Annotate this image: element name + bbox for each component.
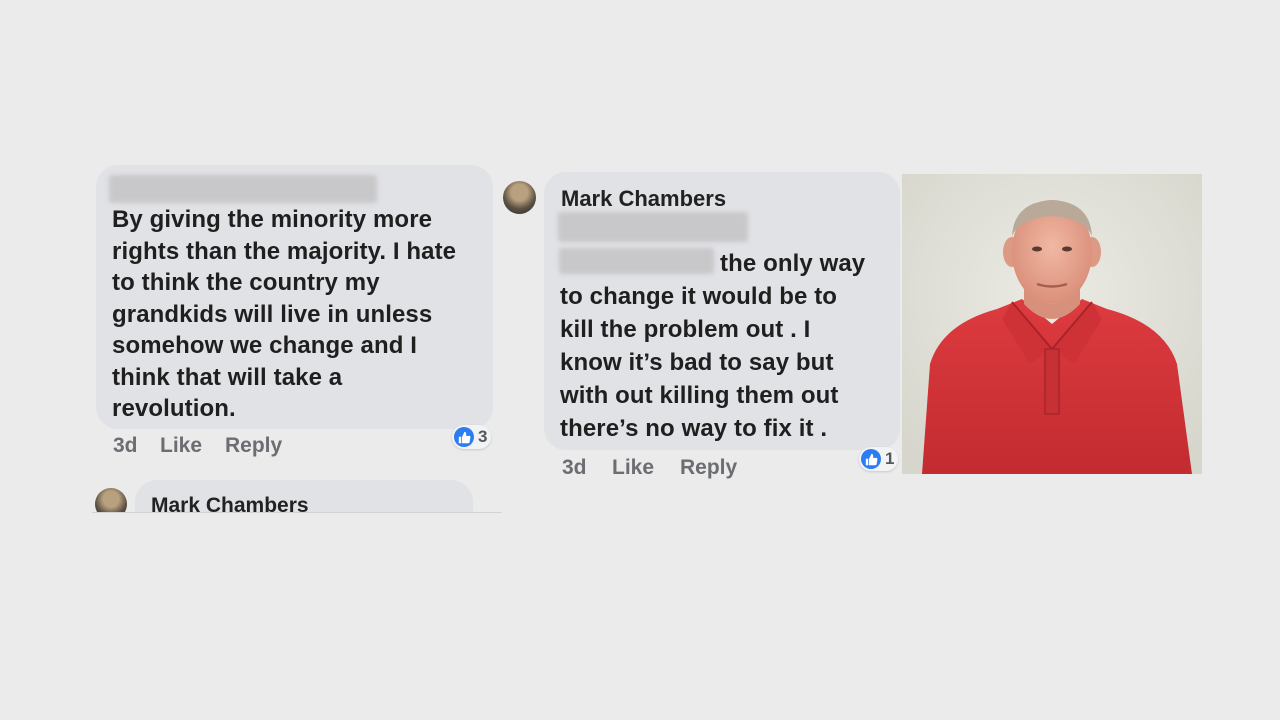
redacted-text — [558, 212, 748, 242]
comment-line: to think the country my — [112, 269, 380, 296]
reaction-count: 3 — [478, 427, 488, 446]
left-reply-clip: Mark Chambers — [92, 478, 502, 513]
comment-line: think that will take a — [112, 363, 343, 391]
comment-line: know it’s bad to say but — [560, 349, 834, 376]
thumbs-up-icon — [454, 427, 474, 447]
comment-line: revolution. — [112, 395, 236, 422]
thumbs-up-icon — [861, 449, 881, 469]
comment-line: to change it would be to — [560, 283, 838, 310]
comment-author-name[interactable]: Mark Chambers — [561, 186, 726, 212]
comment-line: kill the problem out . I — [560, 316, 811, 343]
right-reaction-badge[interactable]: 1 — [859, 447, 899, 471]
redacted-name — [109, 175, 377, 203]
comment-line: there’s no way to fix it . — [560, 415, 828, 442]
reply-author-name[interactable]: Mark Chambers — [151, 494, 309, 512]
reply-button[interactable]: Reply — [225, 434, 282, 458]
left-comment-bubble: By giving the minority more rights than … — [96, 165, 493, 429]
comment-line: grandkids will live in unless — [112, 300, 433, 328]
like-button[interactable]: Like — [612, 456, 654, 480]
comment-line: rights than the majority. I hate — [112, 237, 457, 265]
left-reply-bubble: Mark Chambers — [135, 480, 473, 512]
comment-time: 3d — [113, 434, 138, 457]
reaction-count: 1 — [885, 449, 895, 468]
comment-line: somehow we change and I — [112, 332, 418, 359]
comment-line: By giving the minority more — [112, 206, 433, 233]
avatar[interactable] — [95, 488, 127, 512]
portrait-photo — [902, 174, 1202, 474]
avatar[interactable] — [503, 181, 536, 214]
left-comment-text: By giving the minority more rights than … — [112, 204, 492, 425]
reply-button[interactable]: Reply — [680, 456, 737, 480]
left-reaction-badge[interactable]: 3 — [452, 425, 492, 449]
like-button[interactable]: Like — [160, 434, 202, 458]
right-comment-text: the only way to change it would be to ki… — [560, 247, 900, 445]
comment-line: with out killing them out — [560, 382, 839, 409]
right-comment-bubble: Mark Chambers the only way to change it … — [544, 172, 900, 450]
comment-line: the only way — [720, 250, 866, 277]
comment-time: 3d — [562, 456, 587, 479]
